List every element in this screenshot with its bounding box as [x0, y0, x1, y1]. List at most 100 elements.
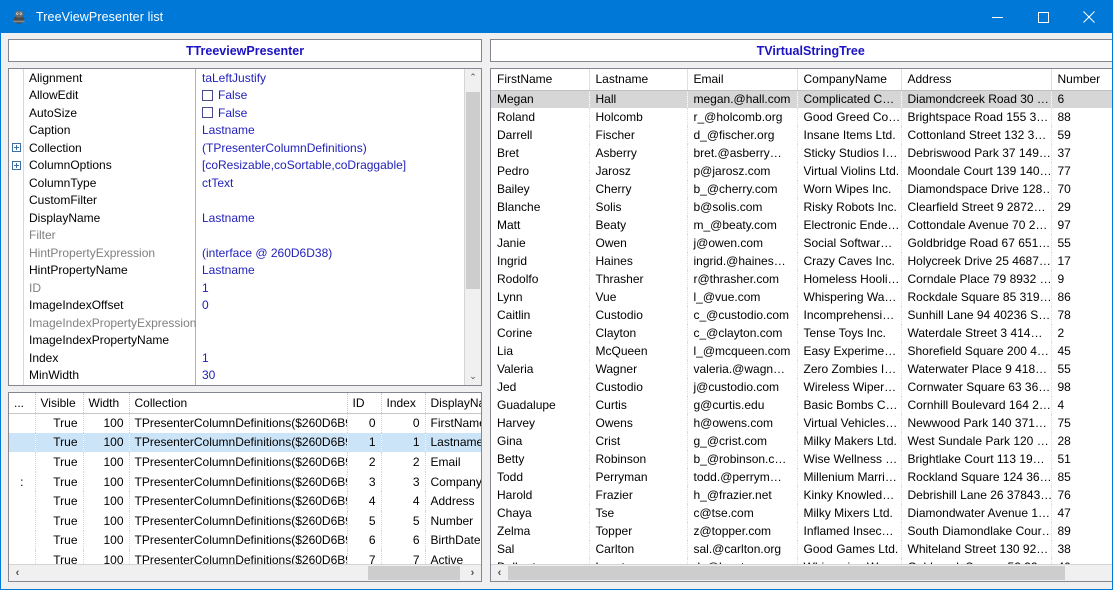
property-value[interactable]: False	[196, 87, 464, 105]
property-name[interactable]: CustomFilter	[24, 192, 195, 210]
property-expander[interactable]	[9, 157, 23, 175]
property-value[interactable]: False	[196, 104, 464, 122]
property-value[interactable]: Lastname	[196, 262, 464, 280]
table-row[interactable]: HarveyOwensh@owens.comVirtual Vehicles…N…	[491, 414, 1112, 432]
tree-column-header[interactable]: FirstName	[491, 69, 589, 90]
property-name[interactable]: ColumnType	[24, 174, 195, 192]
plus-icon[interactable]	[12, 143, 21, 152]
table-row[interactable]: ChayaTsec@tse.comMilky Mixers Ltd.Diamon…	[491, 504, 1112, 522]
property-name[interactable]: ID	[24, 279, 195, 297]
maximize-button[interactable]	[1020, 1, 1066, 33]
table-row[interactable]: JedCustodioj@custodio.comWireless Wiper……	[491, 378, 1112, 396]
table-row[interactable]: :True100TPresenterColumnDefinitions($260…	[9, 472, 481, 492]
table-row[interactable]: True100TPresenterColumnDefinitions($260D…	[9, 452, 481, 472]
collection-grid-column-header[interactable]: Collection	[129, 393, 347, 413]
table-row[interactable]: True100TPresenterColumnDefinitions($260D…	[9, 433, 481, 453]
property-value[interactable]: ctText	[196, 174, 464, 192]
property-value[interactable]	[196, 314, 464, 332]
scroll-up-arrow-icon[interactable]: ⌃	[465, 69, 481, 86]
property-grid-vscrollbar[interactable]: ⌃ ⌄	[464, 69, 481, 385]
property-grid[interactable]: AlignmentAllowEditAutoSizeCaptionCollect…	[8, 68, 482, 386]
table-row[interactable]: True100TPresenterColumnDefinitions($260D…	[9, 511, 481, 531]
scroll-right-arrow-icon[interactable]: ›	[464, 565, 481, 581]
property-name[interactable]: AllowEdit	[24, 87, 195, 105]
tree-scroll-left-arrow-icon[interactable]: ‹	[491, 565, 508, 581]
table-row[interactable]: LynnVuel_@vue.comWhispering Wa…Rockdale …	[491, 288, 1112, 306]
table-row[interactable]: IngridHainesingrid.@haines…Crazy Caves I…	[491, 252, 1112, 270]
property-value[interactable]: [coResizable,coSortable,coDraggable]	[196, 157, 464, 175]
table-row[interactable]: CorineClaytonc_@clayton.comTense Toys In…	[491, 324, 1112, 342]
collection-grid-column-header[interactable]: Visible	[35, 393, 83, 413]
table-row[interactable]: RolandHolcombr_@holcomb.orgGood Greed Co…	[491, 108, 1112, 126]
property-name[interactable]: Filter	[24, 227, 195, 245]
table-row[interactable]: ValeriaWagnervaleria.@wagn…Zero Zombies …	[491, 360, 1112, 378]
property-name[interactable]: Index	[24, 349, 195, 367]
collection-grid-hscroll-track[interactable]	[26, 565, 464, 581]
tree-hscroll-track[interactable]	[508, 565, 1112, 581]
property-name[interactable]: AutoSize	[24, 104, 195, 122]
property-value[interactable]: (interface @ 260D6D38)	[196, 244, 464, 262]
table-row[interactable]: DarrellFischerd_@fischer.orgInsane Items…	[491, 126, 1112, 144]
table-row[interactable]: BretAsberrybret.@asberry…Sticky Studios …	[491, 144, 1112, 162]
property-name[interactable]: ImageIndexPropertyName	[24, 332, 195, 350]
property-grid-vscroll-track[interactable]	[465, 86, 481, 368]
collection-grid-column-header[interactable]: Width	[83, 393, 129, 413]
tree-hscrollbar[interactable]: ‹ ›	[491, 564, 1112, 581]
tree-column-header[interactable]: Email	[687, 69, 797, 90]
table-row[interactable]: LiaMcQueenl_@mcqueen.comEasy Experime…Sh…	[491, 342, 1112, 360]
collection-grid-column-header[interactable]: Index	[381, 393, 425, 413]
property-value[interactable]: Lastname	[196, 122, 464, 140]
plus-icon[interactable]	[12, 161, 21, 170]
table-row[interactable]: ZelmaTopperz@topper.comInflamed Insec…So…	[491, 522, 1112, 540]
property-value[interactable]	[196, 192, 464, 210]
table-row[interactable]: CaitlinCustodioc_@custodio.comIncomprehe…	[491, 306, 1112, 324]
table-row[interactable]: MeganHallmegan.@hall.comComplicated C…Di…	[491, 90, 1112, 108]
property-name[interactable]: ColumnOptions	[24, 157, 195, 175]
table-row[interactable]: BettyRobinsonb_@robinson.c…Wise Wellness…	[491, 450, 1112, 468]
property-name[interactable]: Caption	[24, 122, 195, 140]
tree-column-header[interactable]: Lastname	[589, 69, 687, 90]
scroll-left-arrow-icon[interactable]: ‹	[9, 565, 26, 581]
table-row[interactable]: SalCarltonsal.@carlton.orgGood Games Ltd…	[491, 540, 1112, 558]
collection-grid[interactable]: ...VisibleWidthCollectionIDIndexDisplayN…	[8, 392, 482, 582]
property-name[interactable]: ImageIndexOffset	[24, 297, 195, 315]
minimize-button[interactable]	[974, 1, 1020, 33]
property-name[interactable]: MinWidth	[24, 367, 195, 385]
virtual-string-tree[interactable]: FirstNameLastnameEmailCompanyNameAddress…	[490, 68, 1112, 582]
property-value[interactable]: taLeftJustify	[196, 69, 464, 87]
property-name[interactable]: HintPropertyName	[24, 262, 195, 280]
collection-grid-column-header[interactable]: DisplayName	[425, 393, 481, 413]
property-value[interactable]: 30	[196, 367, 464, 385]
tree-column-header[interactable]: Number	[1051, 69, 1112, 90]
tree-column-header[interactable]: Address	[901, 69, 1051, 90]
property-value[interactable]	[196, 332, 464, 350]
scroll-down-arrow-icon[interactable]: ⌄	[465, 368, 481, 385]
table-row[interactable]: GinaCristg_@crist.comMilky Makers Ltd.We…	[491, 432, 1112, 450]
property-name[interactable]: ImageIndexPropertyExpression	[24, 314, 195, 332]
property-name[interactable]: DisplayName	[24, 209, 195, 227]
property-value[interactable]: 1	[196, 279, 464, 297]
tree-hscroll-thumb[interactable]	[508, 566, 1065, 580]
table-row[interactable]: True100TPresenterColumnDefinitions($260D…	[9, 550, 481, 564]
table-row[interactable]: True100TPresenterColumnDefinitions($260D…	[9, 491, 481, 511]
collection-grid-column-header[interactable]: ID	[347, 393, 381, 413]
property-name[interactable]: Alignment	[24, 69, 195, 87]
property-value[interactable]: (TPresenterColumnDefinitions)	[196, 139, 464, 157]
table-row[interactable]: MattBeatym_@beaty.comElectronic Ende…Cot…	[491, 216, 1112, 234]
table-row[interactable]: BlancheSolisb@solis.comRisky Robots Inc.…	[491, 198, 1112, 216]
virtual-string-tree-header-row[interactable]: FirstNameLastnameEmailCompanyNameAddress…	[491, 69, 1112, 90]
table-row[interactable]: True100TPresenterColumnDefinitions($260D…	[9, 413, 481, 433]
table-row[interactable]: GuadalupeCurtisg@curtis.eduBasic Bombs C…	[491, 396, 1112, 414]
table-row[interactable]: HaroldFrazierh_@frazier.netKinky Knowled…	[491, 486, 1112, 504]
property-name[interactable]: HintPropertyExpression	[24, 244, 195, 262]
property-grid-vscroll-thumb[interactable]	[466, 92, 480, 289]
table-row[interactable]: JanieOwenj@owen.comSocial Softwar…Goldbr…	[491, 234, 1112, 252]
property-value[interactable]: Lastname	[196, 209, 464, 227]
property-value[interactable]: 0	[196, 297, 464, 315]
property-value[interactable]	[196, 227, 464, 245]
table-row[interactable]: RodolfoThrasherr@thrasher.comHomeless Ho…	[491, 270, 1112, 288]
title-bar[interactable]: TreeViewPresenter list	[1, 1, 1112, 33]
checkbox-icon[interactable]	[202, 107, 213, 118]
property-expander[interactable]	[9, 139, 23, 157]
tree-column-header[interactable]: CompanyName	[797, 69, 901, 90]
